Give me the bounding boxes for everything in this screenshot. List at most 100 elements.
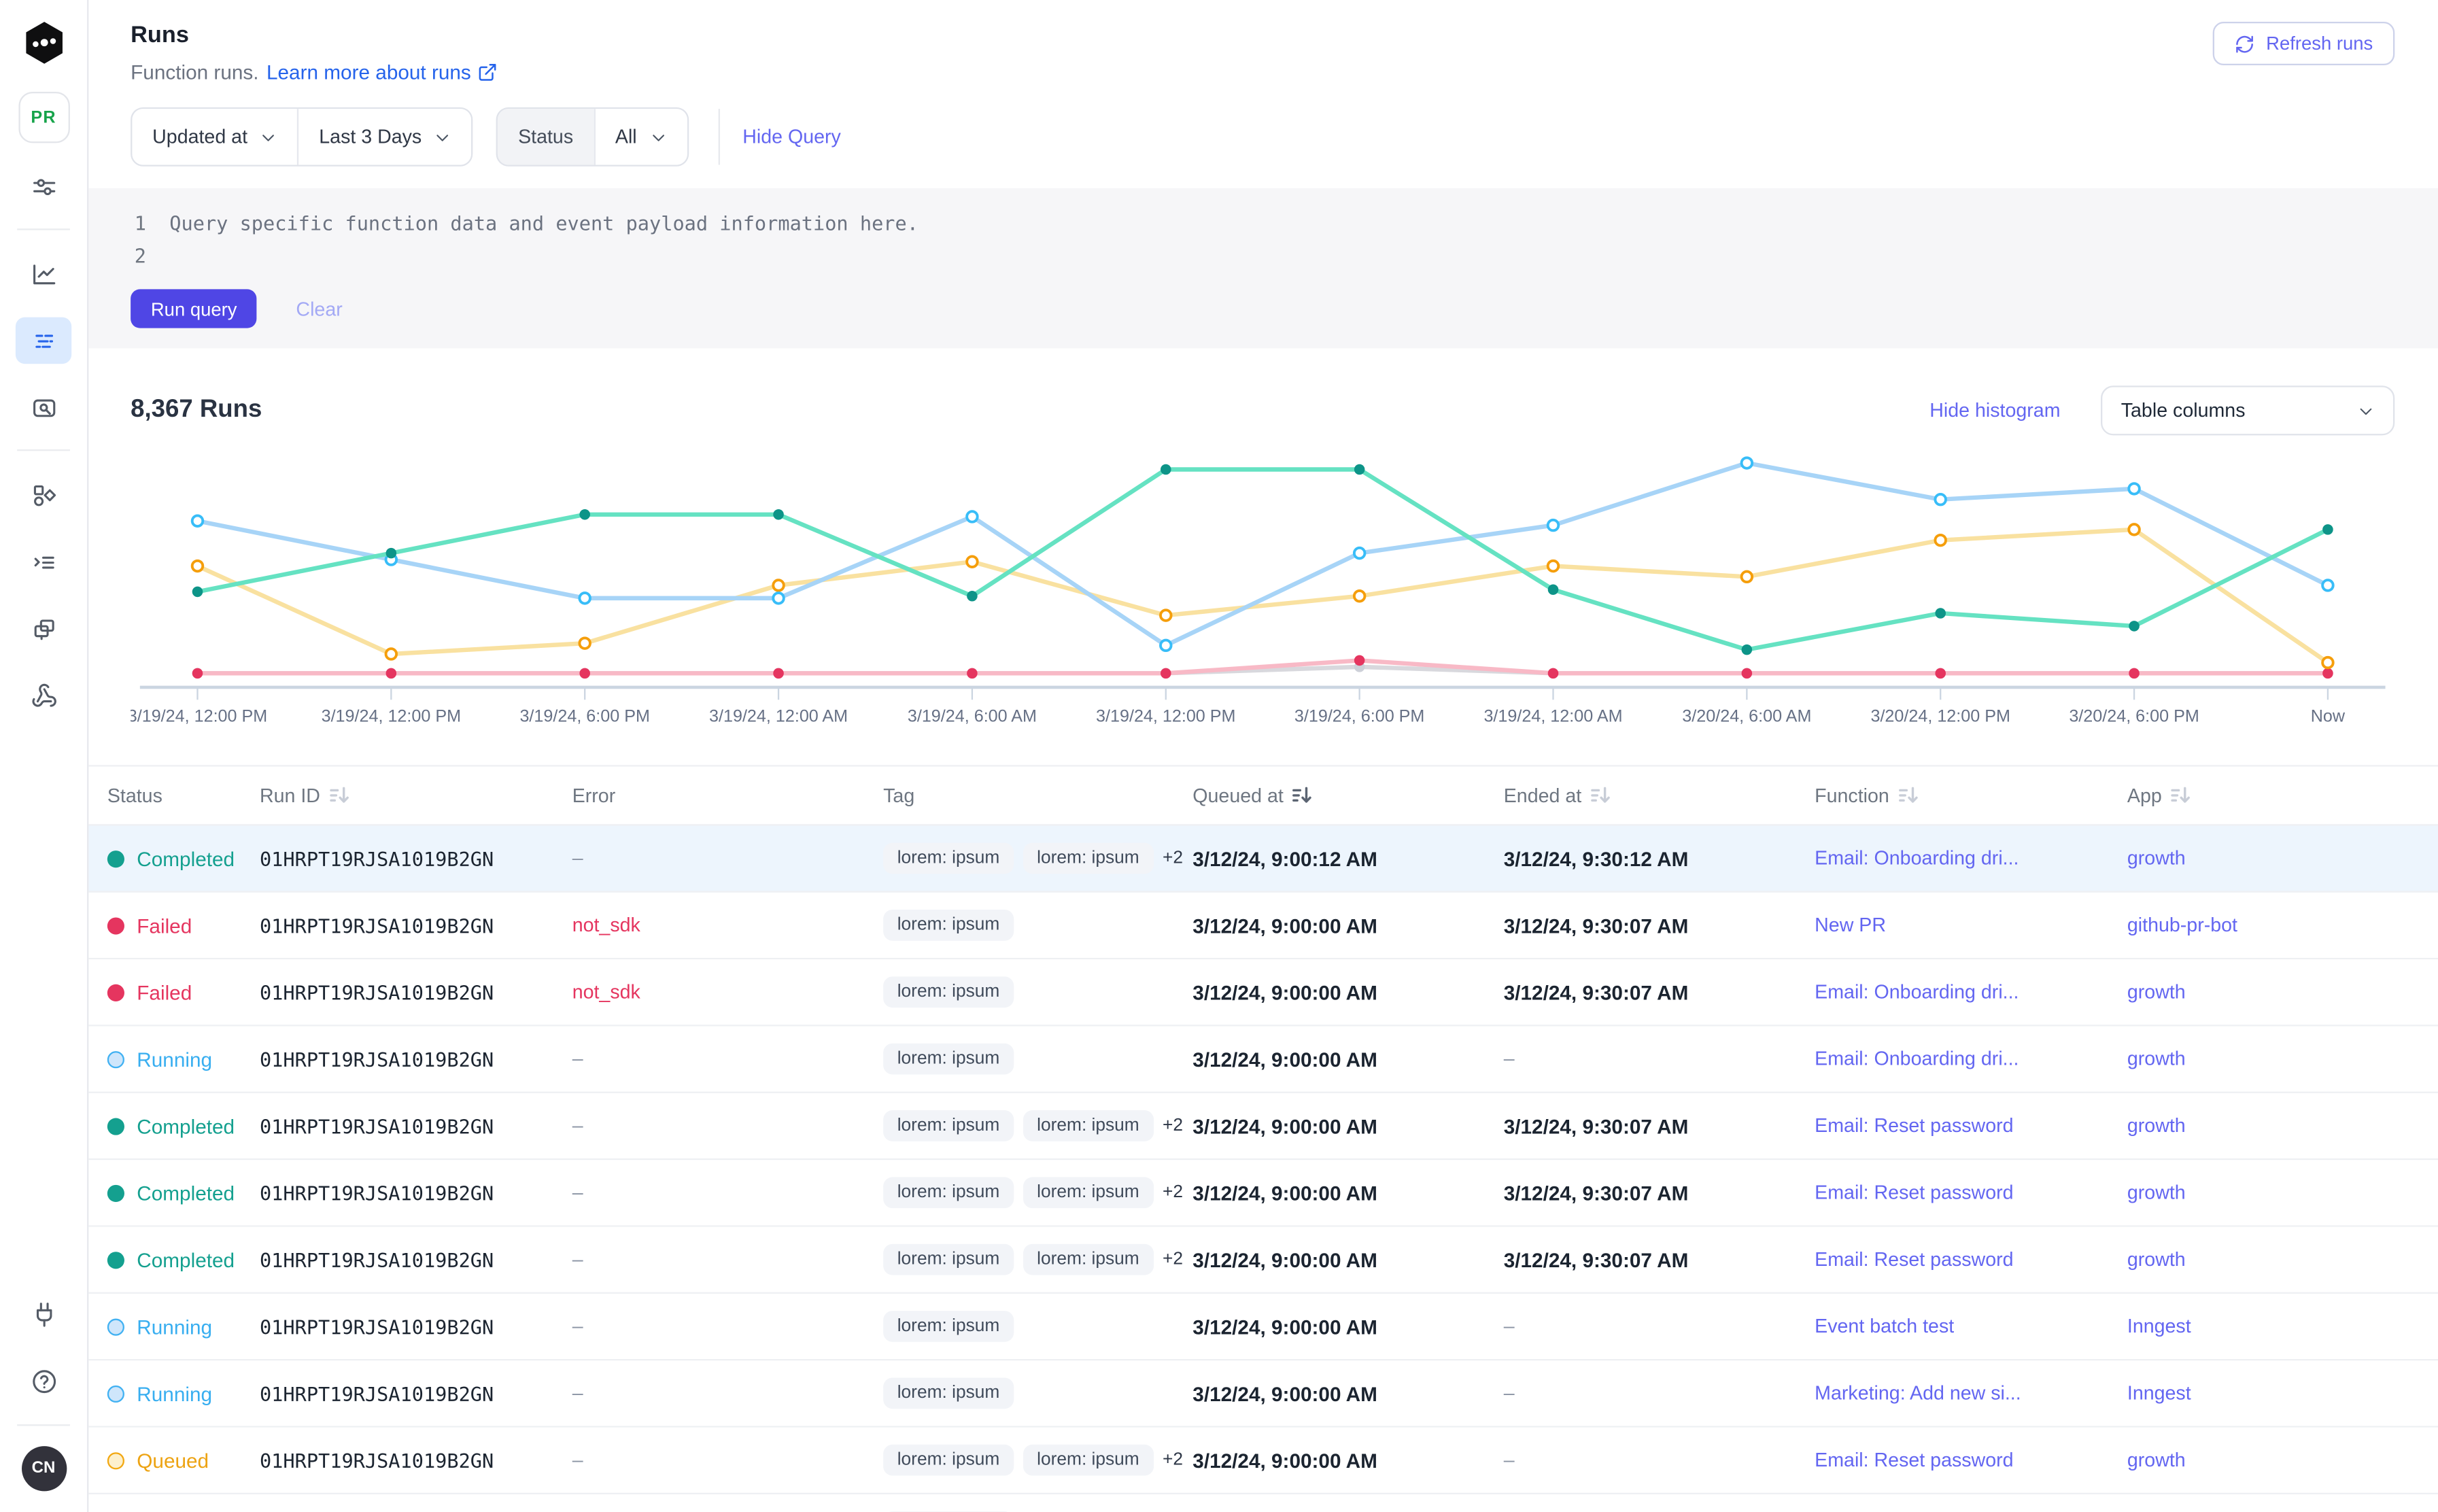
error-cell: not_sdk [572, 914, 883, 936]
run-query-button[interactable]: Run query [131, 289, 257, 328]
status-dot [107, 1050, 124, 1067]
sidebar-item-search[interactable] [16, 384, 71, 431]
queued-at-cell: 3/12/24, 9:00:00 AM [1192, 914, 1503, 937]
app-link[interactable]: Inngest [2127, 1316, 2191, 1337]
table-row[interactable]: Running 01HRPT19RJSA1019B2GN – lorem: ip… [88, 1294, 2438, 1360]
function-link[interactable]: Email: Onboarding dri... [1815, 981, 2019, 1003]
column-header-queued-at[interactable]: Queued at [1192, 785, 1503, 806]
sidebar-item-windows[interactable] [16, 605, 71, 652]
sort-icon [330, 785, 350, 806]
query-editor[interactable]: 1 Query specific function data and event… [88, 188, 2438, 349]
app-link[interactable]: growth [2127, 1449, 2186, 1471]
run-id: 01HRPT19RJSA1019B2GN [260, 980, 572, 1003]
function-link[interactable]: Email: Onboarding dri... [1815, 1048, 2019, 1070]
table-row[interactable]: Failed 01HRPT19RJSA1019B2GN not_sdk lore… [88, 959, 2438, 1026]
error-cell: – [572, 1316, 883, 1337]
table-row[interactable]: Completed 01HRPT19RJSA1019B2GN – lorem: … [88, 1227, 2438, 1294]
function-link[interactable]: Email: Reset password [1815, 1449, 2013, 1471]
run-id: 01HRPT19RJSA1019B2GN [260, 1114, 572, 1137]
tag-overflow-count: +2 [1163, 1451, 1183, 1469]
table-row[interactable]: Queued 01HRPT19RJSA1019B2GN – lorem: ips… [88, 1428, 2438, 1494]
svg-text:3/19/24, 6:00 AM: 3/19/24, 6:00 AM [908, 706, 1037, 725]
status-filter-dropdown[interactable]: All [594, 109, 687, 165]
error-cell: – [572, 1182, 883, 1203]
column-header-run-id[interactable]: Run ID [260, 785, 572, 806]
workspace-badge[interactable]: PR [18, 92, 69, 143]
function-link[interactable]: Email: Onboarding dri... [1815, 848, 2019, 870]
app-link[interactable]: Inngest [2127, 1382, 2191, 1404]
status-label: Completed [137, 1114, 235, 1137]
app-link[interactable]: github-pr-bot [2127, 914, 2237, 936]
app-link[interactable]: growth [2127, 1115, 2186, 1137]
app-link[interactable]: growth [2127, 848, 2186, 870]
refresh-runs-button[interactable]: Refresh runs [2213, 22, 2394, 65]
ended-at-cell: 3/12/24, 9:30:07 AM [1504, 1114, 1815, 1137]
plug-icon[interactable] [16, 1292, 71, 1339]
tag-cell: lorem: ipsum [883, 976, 1192, 1008]
subtitle-text: Function runs. [131, 61, 258, 84]
function-link[interactable]: Event batch test [1815, 1316, 1954, 1337]
clear-query-button[interactable]: Clear [287, 296, 352, 322]
tag-overflow-count: +2 [1163, 1184, 1183, 1202]
filter-bar: Updated at Last 3 Days Status All Hide Q… [88, 109, 2438, 165]
sort-icon [2171, 785, 2192, 806]
app-link[interactable]: growth [2127, 1048, 2186, 1070]
learn-more-link[interactable]: Learn more about runs [267, 61, 498, 84]
table-row[interactable]: Running 01HRPT19RJSA1019B2GN – lorem: ip… [88, 1360, 2438, 1427]
svg-text:3/19/24, 12:00 PM: 3/19/24, 12:00 PM [1096, 706, 1235, 725]
line-number: 1 [88, 207, 146, 239]
tag-chip: lorem: ipsum [883, 1110, 1014, 1141]
status-dot [107, 1385, 124, 1402]
help-icon[interactable] [16, 1358, 71, 1405]
status-cell: Completed [107, 846, 260, 870]
user-avatar[interactable]: CN [21, 1445, 66, 1490]
sort-field-dropdown[interactable]: Updated at [132, 109, 297, 165]
status-label: Completed [137, 1181, 235, 1204]
sidebar-item-webhooks[interactable] [16, 672, 71, 719]
status-cell: Running [107, 1315, 260, 1338]
tag-chip: lorem: ipsum [883, 1445, 1014, 1476]
tag-overflow-count: +2 [1163, 849, 1183, 867]
table-row[interactable]: Completed 01HRPT19RJSA1019B2GN – lorem: … [88, 826, 2438, 893]
inngest-logo-icon[interactable] [21, 20, 66, 65]
tag-chip: lorem: ipsum [1023, 1445, 1154, 1476]
sliders-icon[interactable] [16, 163, 71, 210]
queued-at-cell: 3/12/24, 9:00:00 AM [1192, 1181, 1503, 1204]
table-row[interactable]: Running 01HRPT19RJSA1019B2GN – lorem: ip… [88, 1027, 2438, 1093]
function-link[interactable]: Email: Reset password [1815, 1249, 2013, 1271]
time-range-dropdown[interactable]: Last 3 Days [297, 109, 471, 165]
table-row[interactable]: Failed 01HRPT19RJSA1019B2GN not_sdk lore… [88, 893, 2438, 959]
table-row[interactable]: Completed 01HRPT19RJSA1019B2GN – lorem: … [88, 1093, 2438, 1160]
sidebar-item-metrics[interactable] [16, 250, 71, 297]
tag-cell: lorem: ipsumlorem: ipsum+2 [883, 1110, 1192, 1141]
table-columns-dropdown[interactable]: Table columns [2101, 385, 2394, 435]
function-link[interactable]: New PR [1815, 914, 1886, 936]
sidebar-item-event-logs[interactable] [16, 538, 71, 585]
app-link[interactable]: growth [2127, 1182, 2186, 1203]
function-link[interactable]: Marketing: Add new si... [1815, 1382, 2021, 1404]
app-link[interactable]: growth [2127, 1249, 2186, 1271]
queued-at-cell: 3/12/24, 9:00:12 AM [1192, 846, 1503, 870]
sidebar-item-apps[interactable] [16, 471, 71, 518]
status-label: Completed [137, 846, 235, 870]
app-window: PR CN [0, 0, 2438, 1512]
chevron-down-icon [2357, 402, 2374, 419]
table-body: Completed 01HRPT19RJSA1019B2GN – lorem: … [88, 826, 2438, 1512]
status-cell: Completed [107, 1248, 260, 1271]
column-header-function[interactable]: Function [1815, 785, 2127, 806]
sidebar-item-runs[interactable] [16, 317, 71, 364]
function-link[interactable]: Email: Reset password [1815, 1115, 2013, 1137]
column-header-ended-at[interactable]: Ended at [1504, 785, 1815, 806]
hide-histogram-link[interactable]: Hide histogram [1929, 400, 2060, 422]
app-link[interactable]: growth [2127, 981, 2186, 1003]
queued-at-cell: 3/12/24, 9:00:00 AM [1192, 980, 1503, 1003]
table-row[interactable]: Completed 01HRPT19RJSA1019B2GN – lorem: … [88, 1160, 2438, 1226]
hide-query-link[interactable]: Hide Query [742, 126, 841, 148]
tag-chip: lorem: ipsum [1023, 1177, 1154, 1208]
table-row[interactable]: Cancelled 01HRPT19RJSA1019B2GN – lorem: … [88, 1494, 2438, 1512]
function-link[interactable]: Email: Reset password [1815, 1182, 2013, 1203]
column-header-app[interactable]: App [2127, 785, 2438, 806]
status-label: Running [137, 1315, 212, 1338]
svg-text:3/20/24, 6:00 AM: 3/20/24, 6:00 AM [1682, 706, 1811, 725]
status-dot [107, 850, 124, 867]
